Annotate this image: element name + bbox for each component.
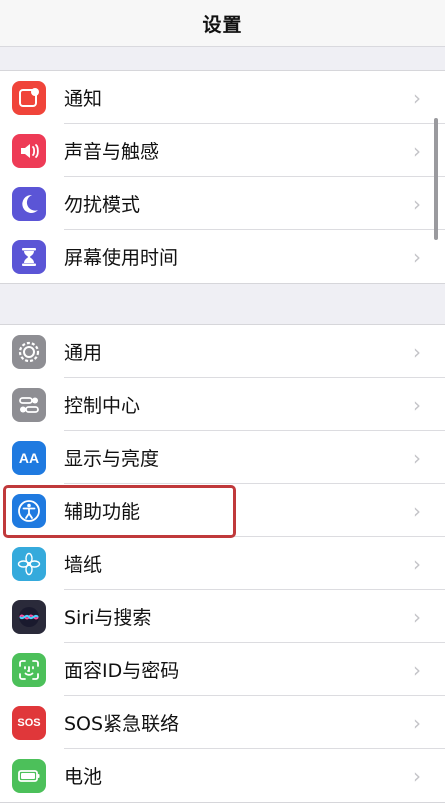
chevron-right-icon: › — [413, 445, 421, 470]
moon-icon — [12, 186, 46, 221]
settings-item-label: 勿扰模式 — [64, 194, 141, 216]
settings-item-display-brightness[interactable]: AA 显示与亮度 › — [0, 431, 445, 484]
settings-item-label: 声音与触感 — [64, 141, 160, 163]
hourglass-icon — [12, 239, 46, 274]
settings-item-label: 辅助功能 — [64, 501, 141, 523]
settings-item-battery[interactable]: 电池 › — [0, 749, 445, 802]
chevron-right-icon: › — [413, 244, 421, 269]
chevron-right-icon: › — [413, 604, 421, 629]
chevron-right-icon: › — [413, 339, 421, 364]
settings-item-label: 面容ID与密码 — [64, 660, 180, 682]
scrollbar[interactable] — [434, 118, 438, 240]
settings-item-emergency-sos[interactable]: SOS SOS紧急联络 › — [0, 696, 445, 749]
gear-icon — [12, 334, 46, 369]
settings-item-label: 显示与亮度 — [64, 448, 160, 470]
settings-item-sounds[interactable]: 声音与触感 › — [0, 124, 445, 177]
accessibility-icon — [12, 493, 46, 528]
settings-group-1: 通知 › 声音与触感 › 勿扰模式 › 屏幕使用时间 › — [0, 70, 445, 284]
settings-item-label: 通用 — [64, 342, 103, 364]
chevron-right-icon: › — [413, 138, 421, 163]
page-title: 设置 — [202, 13, 243, 36]
chevron-right-icon: › — [413, 763, 421, 788]
face-id-icon — [12, 652, 46, 687]
sound-icon — [12, 133, 46, 168]
settings-item-wallpaper[interactable]: 墙纸 › — [0, 537, 445, 590]
notifications-icon — [12, 80, 46, 115]
chevron-right-icon: › — [413, 392, 421, 417]
nav-bar: 设置 — [0, 0, 445, 47]
toggles-icon — [12, 387, 46, 422]
aa-icon: AA — [12, 440, 46, 475]
chevron-right-icon: › — [413, 551, 421, 576]
chevron-right-icon: › — [413, 191, 421, 216]
settings-item-label: 控制中心 — [64, 395, 141, 417]
settings-item-siri-search[interactable]: Siri与搜索 › — [0, 590, 445, 643]
chevron-right-icon: › — [413, 710, 421, 735]
settings-item-label: 电池 — [64, 766, 103, 788]
siri-icon — [12, 599, 46, 634]
settings-item-accessibility[interactable]: 辅助功能 › — [0, 484, 445, 537]
settings-item-screen-time[interactable]: 屏幕使用时间 › — [0, 230, 445, 283]
settings-item-label: Siri与搜索 — [64, 607, 152, 629]
settings-item-label: 屏幕使用时间 — [64, 247, 179, 269]
settings-item-do-not-disturb[interactable]: 勿扰模式 › — [0, 177, 445, 230]
settings-item-label: 通知 — [64, 88, 103, 110]
flower-icon — [12, 546, 46, 581]
settings-item-label: 墙纸 — [64, 554, 103, 576]
settings-item-notifications[interactable]: 通知 › — [0, 71, 445, 124]
chevron-right-icon: › — [413, 498, 421, 523]
settings-item-general[interactable]: 通用 › — [0, 325, 445, 378]
chevron-right-icon: › — [413, 657, 421, 682]
battery-icon — [12, 758, 46, 793]
settings-group-2: 通用 › 控制中心 › AA 显示与亮度 › 辅助功能 › 墙纸 › Siri与… — [0, 324, 445, 803]
sos-icon: SOS — [12, 705, 46, 740]
chevron-right-icon: › — [413, 85, 421, 110]
settings-item-label: SOS紧急联络 — [64, 713, 180, 735]
settings-item-control-center[interactable]: 控制中心 › — [0, 378, 445, 431]
settings-item-face-id[interactable]: 面容ID与密码 › — [0, 643, 445, 696]
